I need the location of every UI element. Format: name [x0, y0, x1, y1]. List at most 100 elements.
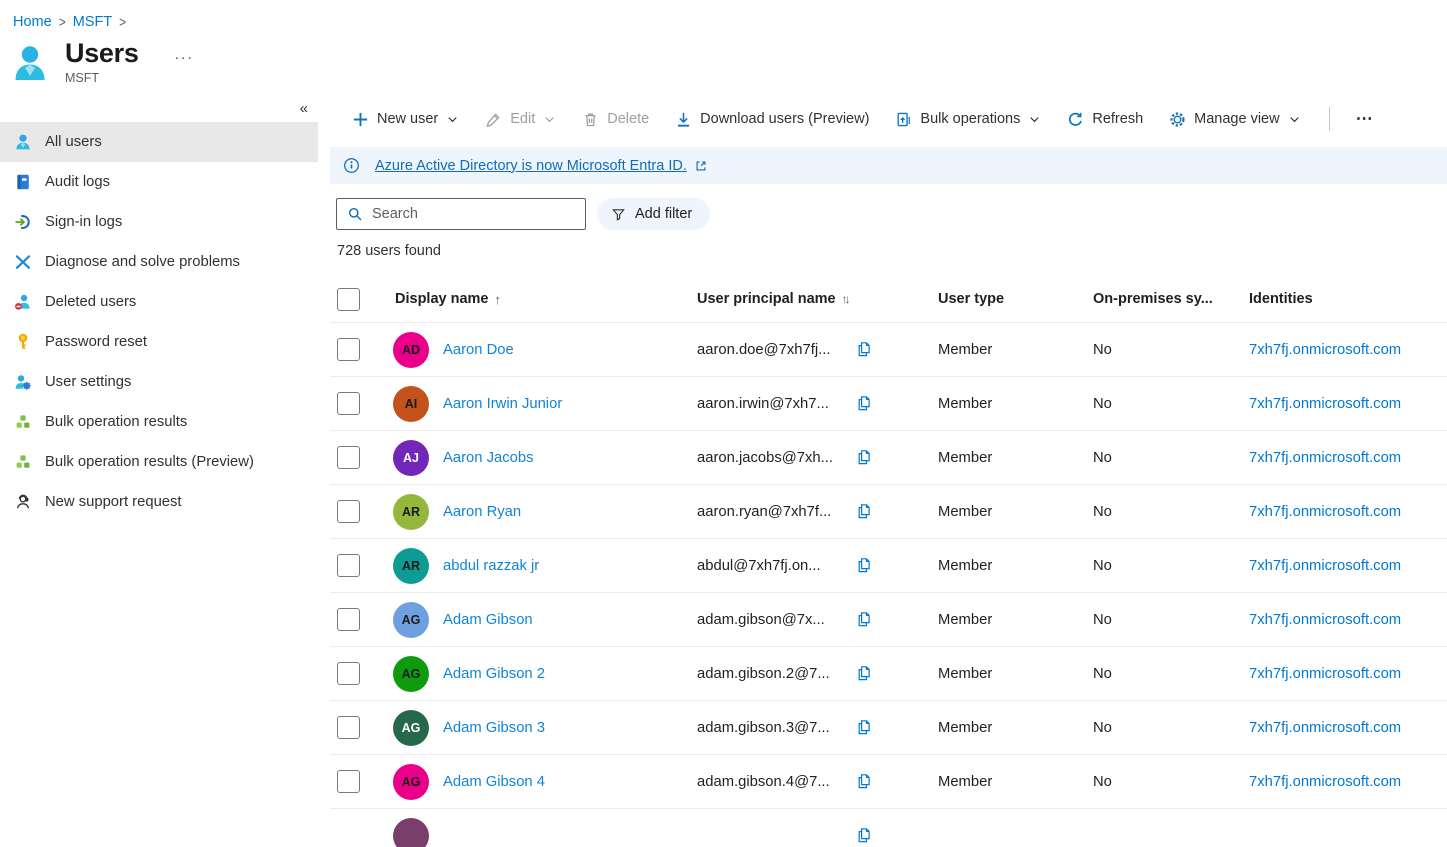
- search-input[interactable]: [372, 206, 577, 222]
- copy-icon[interactable]: [855, 502, 874, 521]
- sign-in-logs-icon: [14, 213, 32, 231]
- search-box[interactable]: [336, 198, 586, 230]
- toolbar-more-button[interactable]: ⋯: [1356, 109, 1375, 129]
- sidebar-item-bulk-operation-results-preview[interactable]: Bulk operation results (Preview): [0, 442, 330, 482]
- upn-text: aaron.irwin@7xh7...: [697, 396, 855, 412]
- sidebar-collapse-icon[interactable]: «: [300, 100, 308, 122]
- row-checkbox[interactable]: [337, 716, 360, 739]
- avatar: AJ: [393, 440, 429, 476]
- identities-link[interactable]: 7xh7fj.onmicrosoft.com: [1249, 450, 1401, 466]
- column-user-type[interactable]: User type: [938, 291, 1093, 307]
- identities-link[interactable]: 7xh7fj.onmicrosoft.com: [1249, 558, 1401, 574]
- display-name-link[interactable]: Aaron Ryan: [443, 504, 521, 520]
- breadcrumb: Home > MSFT >: [0, 0, 1447, 32]
- refresh-button[interactable]: Refresh: [1067, 111, 1143, 128]
- identities-link[interactable]: 7xh7fj.onmicrosoft.com: [1249, 342, 1401, 358]
- info-icon: [343, 157, 360, 174]
- display-name-link[interactable]: Adam Gibson 3: [443, 720, 545, 736]
- column-display-name[interactable]: Display name: [395, 291, 489, 307]
- copy-icon[interactable]: [855, 718, 874, 737]
- sidebar-item-user-settings[interactable]: User settings: [0, 362, 330, 402]
- sidebar-item-deleted-users[interactable]: Deleted users: [0, 282, 330, 322]
- copy-icon[interactable]: [855, 664, 874, 683]
- copy-icon[interactable]: [855, 448, 874, 467]
- identities-link[interactable]: 7xh7fj.onmicrosoft.com: [1249, 396, 1401, 412]
- new-user-button[interactable]: New user: [352, 111, 459, 128]
- upn-text: aaron.ryan@7xh7f...: [697, 504, 855, 520]
- sidebar-item-new-support-request[interactable]: New support request: [0, 482, 330, 522]
- avatar: AR: [393, 548, 429, 584]
- new-user-plus-icon: [352, 111, 369, 128]
- sidebar-item-password-reset[interactable]: Password reset: [0, 322, 330, 362]
- table-row: AG Adam Gibson 4 adam.gibson.4@7... Memb…: [330, 755, 1447, 809]
- bulk-operations-button[interactable]: Bulk operations: [895, 111, 1041, 128]
- row-checkbox[interactable]: [337, 338, 360, 361]
- sidebar-item-all-users[interactable]: All users: [0, 122, 318, 162]
- copy-icon[interactable]: [855, 394, 874, 413]
- sidebar-item-bulk-operation-results[interactable]: Bulk operation results: [0, 402, 330, 442]
- breadcrumb-home[interactable]: Home: [13, 14, 52, 30]
- row-checkbox[interactable]: [337, 608, 360, 631]
- breadcrumb-msft[interactable]: MSFT: [73, 14, 112, 30]
- display-name-link[interactable]: Adam Gibson 4: [443, 774, 545, 790]
- avatar: AI: [393, 386, 429, 422]
- entra-banner-link[interactable]: Azure Active Directory is now Microsoft …: [375, 158, 708, 174]
- display-name-link[interactable]: abdul razzak jr: [443, 558, 539, 574]
- avatar: AG: [393, 710, 429, 746]
- chevron-down-icon: [1028, 113, 1041, 126]
- identities-link[interactable]: 7xh7fj.onmicrosoft.com: [1249, 612, 1401, 628]
- row-checkbox[interactable]: [337, 770, 360, 793]
- chevron-down-icon: [446, 113, 459, 126]
- on-premises-value: No: [1093, 558, 1249, 574]
- sidebar-item-diagnose-and-solve-problems[interactable]: Diagnose and solve problems: [0, 242, 330, 282]
- user-type-value: Member: [938, 396, 1093, 412]
- add-filter-button[interactable]: Add filter: [597, 198, 710, 230]
- download-users-preview-button[interactable]: Download users (Preview): [675, 111, 869, 128]
- identities-link[interactable]: 7xh7fj.onmicrosoft.com: [1249, 504, 1401, 520]
- identities-link[interactable]: 7xh7fj.onmicrosoft.com: [1249, 720, 1401, 736]
- delete-button[interactable]: Delete: [582, 111, 649, 128]
- info-banner: Azure Active Directory is now Microsoft …: [330, 147, 1447, 184]
- identities-link[interactable]: 7xh7fj.onmicrosoft.com: [1249, 666, 1401, 682]
- display-name-link[interactable]: Adam Gibson: [443, 612, 533, 628]
- audit-logs-icon: [14, 173, 32, 191]
- display-name-link[interactable]: Aaron Irwin Junior: [443, 396, 562, 412]
- upn-text: adam.gibson@7x...: [697, 612, 855, 628]
- sidebar-item-audit-logs[interactable]: Audit logs: [0, 162, 330, 202]
- row-checkbox[interactable]: [337, 554, 360, 577]
- bulk-results-icon: [14, 453, 32, 471]
- title-more-button[interactable]: ...: [175, 44, 194, 64]
- all-users-icon: [14, 133, 32, 151]
- row-checkbox[interactable]: [337, 662, 360, 685]
- row-checkbox[interactable]: [337, 446, 360, 469]
- display-name-link[interactable]: Aaron Doe: [443, 342, 514, 358]
- upn-text: aaron.jacobs@7xh...: [697, 450, 855, 466]
- copy-icon[interactable]: [855, 340, 874, 359]
- edit-button[interactable]: Edit: [485, 111, 556, 128]
- display-name-link[interactable]: Aaron Jacobs: [443, 450, 533, 466]
- display-name-link[interactable]: Adam Gibson 2: [443, 666, 545, 682]
- column-upn[interactable]: User principal name: [697, 291, 836, 307]
- row-checkbox[interactable]: [337, 500, 360, 523]
- column-on-premises[interactable]: On-premises sy...: [1093, 291, 1249, 307]
- column-identities[interactable]: Identities: [1249, 291, 1447, 307]
- select-all-checkbox[interactable]: [337, 288, 360, 311]
- sidebar-item-sign-in-logs[interactable]: Sign-in logs: [0, 202, 330, 242]
- table-row: AJ Aaron Jacobs aaron.jacobs@7xh... Memb…: [330, 431, 1447, 485]
- copy-icon[interactable]: [855, 610, 874, 629]
- avatar: AG: [393, 656, 429, 692]
- copy-icon[interactable]: [855, 772, 874, 791]
- edit-icon: [485, 111, 502, 128]
- identities-link[interactable]: 7xh7fj.onmicrosoft.com: [1249, 774, 1401, 790]
- copy-icon[interactable]: [855, 556, 874, 575]
- row-checkbox[interactable]: [337, 392, 360, 415]
- upn-text: aaron.doe@7xh7fj...: [697, 342, 855, 358]
- user-type-value: Member: [938, 504, 1093, 520]
- manage-view-button[interactable]: Manage view: [1169, 111, 1300, 128]
- copy-icon[interactable]: [855, 826, 874, 845]
- sort-ascending-icon: ↑: [495, 292, 502, 307]
- filter-icon: [611, 207, 626, 222]
- users-table: Display name ↑ User principal name ↑↓ Us…: [330, 276, 1447, 847]
- refresh-icon: [1067, 111, 1084, 128]
- upn-text: abdul@7xh7fj.on...: [697, 558, 855, 574]
